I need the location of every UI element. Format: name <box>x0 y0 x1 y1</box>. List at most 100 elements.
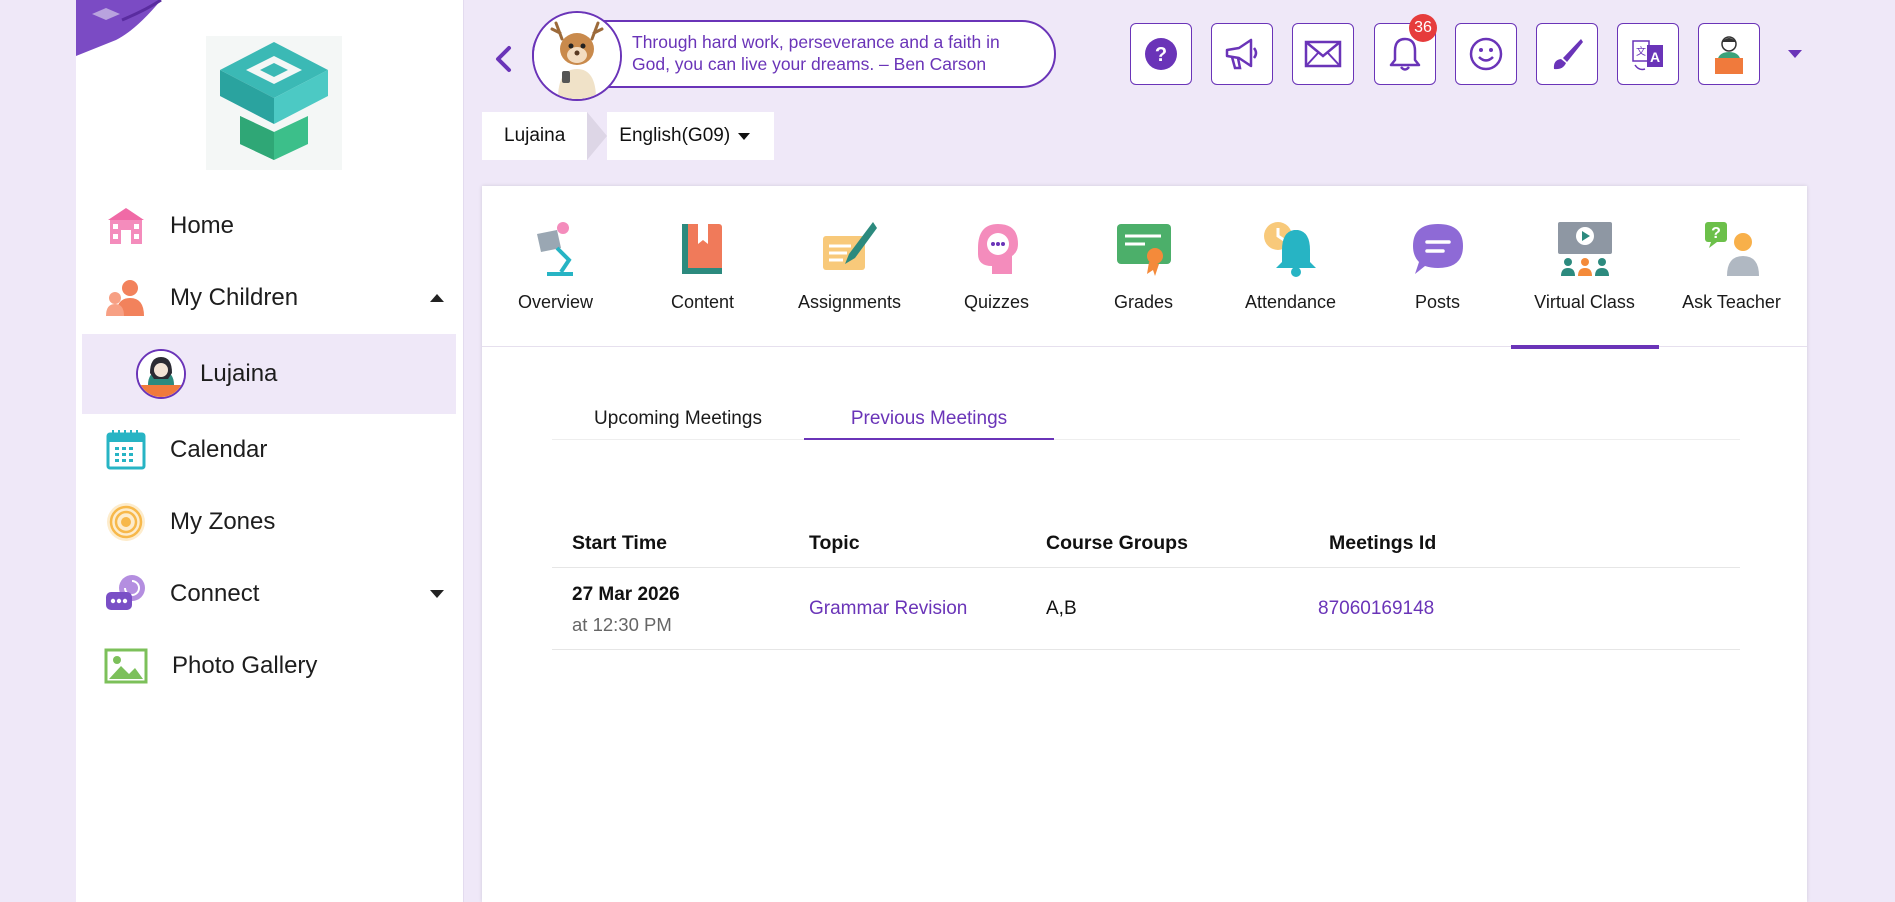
tab-posts[interactable]: Posts <box>1364 186 1511 347</box>
column-header-topic: Topic <box>809 532 860 554</box>
smiley-icon <box>1469 37 1503 71</box>
meeting-subtabs: Upcoming Meetings Previous Meetings <box>552 408 1740 440</box>
sidebar-nav: Home My Children Lujaina Calendar My Zon… <box>76 190 464 702</box>
tab-grades[interactable]: Grades <box>1070 186 1217 347</box>
sidebar-item-connect[interactable]: Connect <box>76 558 464 630</box>
help-icon: ? <box>1145 38 1177 70</box>
sidebar-item-label: My Children <box>170 284 299 311</box>
desk-lamp-icon <box>537 222 573 276</box>
help-button[interactable]: ? <box>1130 23 1192 85</box>
tab-label: Quizzes <box>963 292 1030 312</box>
sidebar-item-label: My Zones <box>170 508 276 535</box>
tab-label: Grades <box>1113 292 1174 312</box>
notification-count-badge: 36 <box>1409 14 1437 42</box>
sidebar-item-my-children[interactable]: My Children <box>76 262 464 334</box>
column-header-meeting-id: Meetings Id <box>1329 532 1437 554</box>
sidebar-item-photo-gallery[interactable]: Photo Gallery <box>76 630 464 702</box>
calendar-icon <box>104 428 148 472</box>
sidebar-item-label: Lujaina <box>200 360 278 387</box>
sidebar-item-calendar[interactable]: Calendar <box>76 414 464 486</box>
course-panel: Overview Content Assignments Quizzes Gra… <box>482 186 1807 902</box>
school-logo-icon <box>206 36 342 170</box>
svg-text:文: 文 <box>1636 45 1646 58</box>
meeting-course-groups: A,B <box>1046 598 1077 619</box>
sidebar-item-label: Connect <box>170 580 260 607</box>
announcements-button[interactable] <box>1211 23 1273 85</box>
ask-question-icon: ? <box>1705 222 1759 276</box>
messages-button[interactable] <box>1292 23 1354 85</box>
sidebar-item-home[interactable]: Home <box>76 190 464 262</box>
book-icon <box>682 224 722 274</box>
tab-label: Overview <box>517 292 593 312</box>
svg-text:?: ? <box>1711 225 1721 242</box>
thinking-head-icon <box>978 224 1018 274</box>
virtual-classroom-icon <box>1558 222 1612 276</box>
child-avatar-icon <box>136 349 186 399</box>
chevron-down-icon[interactable] <box>430 590 444 598</box>
mood-button[interactable] <box>1455 23 1517 85</box>
course-tabs: Overview Content Assignments Quizzes Gra… <box>482 186 1807 349</box>
parent-children-icon <box>104 276 148 320</box>
mail-icon <box>1304 40 1342 68</box>
profile-dropdown-caret-icon[interactable] <box>1788 50 1802 58</box>
pen-document-icon <box>823 222 877 270</box>
tab-label: Posts <box>1414 292 1461 312</box>
tab-label: Attendance <box>1244 292 1337 312</box>
meeting-time: at 12:30 PM <box>572 614 672 635</box>
breadcrumb-separator <box>587 112 608 160</box>
meeting-date: 27 Mar 2026 <box>572 584 680 605</box>
sidebar-item-my-zones[interactable]: My Zones <box>76 486 464 558</box>
speech-bubble-icon <box>1413 224 1463 274</box>
tab-attendance[interactable]: Attendance <box>1217 186 1364 347</box>
chat-bubbles-icon <box>104 572 148 616</box>
sidebar-item-label: Home <box>170 212 235 239</box>
profile-avatar-icon <box>1715 36 1743 74</box>
tab-label: Assignments <box>797 292 902 312</box>
subtab-previous-meetings[interactable]: Previous Meetings <box>804 408 1054 440</box>
certificate-icon <box>1117 224 1171 276</box>
meeting-topic-link[interactable]: Grammar Revision <box>809 598 967 620</box>
quote-text: Through hard work, perseverance and a fa… <box>632 32 1000 74</box>
theme-button[interactable] <box>1536 23 1598 85</box>
image-icon <box>104 644 148 688</box>
notifications-button[interactable]: 36 <box>1374 14 1437 85</box>
sidebar: Home My Children Lujaina Calendar My Zon… <box>76 0 464 902</box>
megaphone-icon <box>1225 38 1258 70</box>
breadcrumb: Lujaina English(G09) <box>482 112 775 160</box>
tab-ask-teacher[interactable]: ? Ask Teacher <box>1658 186 1805 347</box>
deer-mascot-icon <box>532 11 622 101</box>
alarm-bell-icon <box>1264 222 1316 277</box>
breadcrumb-child[interactable]: Lujaina <box>482 112 588 160</box>
chevron-down-icon <box>738 132 751 140</box>
language-button[interactable]: 文 A <box>1617 23 1679 85</box>
meeting-id-link[interactable]: 87060169148 <box>1318 598 1434 620</box>
tab-label: Virtual Class <box>1534 292 1635 312</box>
svg-text:?: ? <box>1155 44 1167 66</box>
course-selector[interactable]: English(G09) <box>607 112 775 160</box>
sidebar-item-label: Calendar <box>170 436 268 463</box>
table-header: Start Time Topic Course Groups Meetings … <box>552 526 1740 568</box>
column-header-start-time: Start Time <box>572 532 668 554</box>
sidebar-item-lujaina[interactable]: Lujaina <box>82 334 456 414</box>
tab-label: Ask Teacher <box>1682 292 1781 312</box>
table-row: 27 Mar 2026 at 12:30 PM Grammar Revision… <box>552 568 1740 650</box>
sidebar-item-label: Photo Gallery <box>172 652 318 679</box>
tab-virtual-class[interactable]: Virtual Class <box>1511 186 1659 349</box>
course-selector-label: English(G09) <box>619 125 731 146</box>
profile-button[interactable] <box>1698 23 1760 85</box>
tab-overview[interactable]: Overview <box>482 186 629 347</box>
corner-fold-icon <box>76 0 162 56</box>
meetings-table: Start Time Topic Course Groups Meetings … <box>552 526 1740 650</box>
subtab-upcoming-meetings[interactable]: Upcoming Meetings <box>552 408 804 440</box>
tab-label: Content <box>670 292 735 312</box>
translate-icon: 文 A <box>1632 40 1663 71</box>
chevron-up-icon[interactable] <box>430 294 444 302</box>
zones-icon <box>104 500 148 544</box>
column-header-course-groups: Course Groups <box>1046 532 1188 554</box>
school-building-icon <box>104 204 148 248</box>
tab-content[interactable]: Content <box>629 186 776 347</box>
back-arrow-icon[interactable] <box>492 44 514 74</box>
tab-quizzes[interactable]: Quizzes <box>923 186 1070 347</box>
svg-text:A: A <box>1650 49 1660 65</box>
tab-assignments[interactable]: Assignments <box>776 186 923 347</box>
